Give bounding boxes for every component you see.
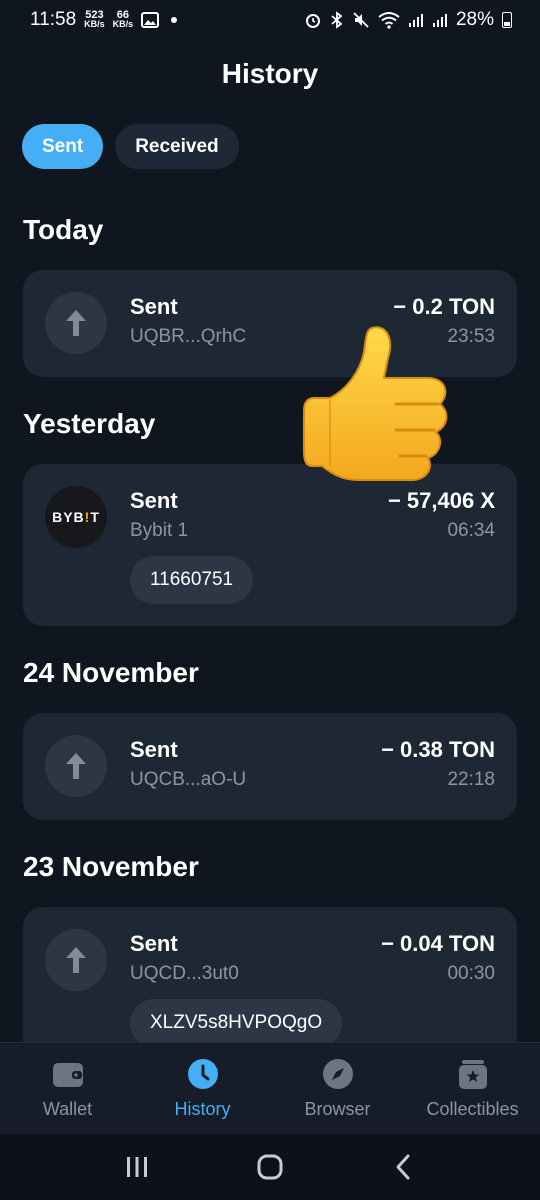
nav-collectibles[interactable]: Collectibles	[405, 1043, 540, 1134]
thumbs-up-sticker	[303, 326, 448, 481]
tx-amount: − 0.38 TON	[381, 737, 495, 762]
section-title-today: Today	[23, 214, 104, 245]
arrow-up-icon	[66, 310, 86, 336]
nav-browser-label: Browser	[304, 1099, 371, 1119]
section-title-yesterday: Yesterday	[23, 408, 156, 439]
nav-wallet-label: Wallet	[42, 1099, 93, 1119]
bottom-nav: Wallet History Browser Collectibles	[0, 1042, 540, 1134]
nav-wallet[interactable]: Wallet	[0, 1043, 135, 1134]
home-button[interactable]	[240, 1147, 300, 1187]
speed-unit: KB/s	[84, 19, 105, 29]
tx-address: UQCD...3ut0	[130, 963, 239, 984]
back-button[interactable]	[373, 1147, 433, 1187]
tx-comment[interactable]: XLZV5s8HVPOQgO	[130, 999, 343, 1047]
back-icon	[396, 1154, 410, 1180]
wallet-icon	[52, 1063, 83, 1087]
wifi-icon	[378, 12, 400, 29]
section-title-24-november: 24 November	[23, 657, 199, 688]
notification-dot	[171, 17, 178, 23]
tx-label: Sent	[130, 737, 178, 762]
network-speed: 523 KB/s	[84, 10, 105, 29]
tx-icon	[45, 735, 107, 797]
nav-browser[interactable]: Browser	[270, 1043, 405, 1134]
tab-received[interactable]: Received	[115, 124, 239, 169]
network-speed-2: 66 KB/s	[112, 10, 134, 29]
home-icon	[257, 1154, 283, 1180]
alarm-icon	[305, 14, 320, 28]
recents-icon	[126, 1157, 147, 1177]
bybit-logo-text-3: T	[90, 509, 100, 525]
page-title: History	[221, 58, 319, 89]
tx-time: 00:30	[447, 963, 495, 984]
tx-address: UQCB...aO-U	[130, 769, 247, 790]
tx-icon	[45, 929, 107, 991]
battery-icon	[502, 12, 512, 28]
section-title-23-november: 23 November	[23, 851, 199, 882]
nav-history-label: History	[174, 1099, 231, 1119]
status-time: 11:58	[30, 9, 77, 30]
tx-label: Sent	[130, 931, 178, 956]
tx-label: Sent	[130, 488, 178, 513]
tx-amount: − 57,406 X	[387, 488, 495, 513]
mute-icon	[353, 12, 369, 28]
tx-amount: − 0.04 TON	[381, 931, 495, 956]
signal-icon-2	[432, 14, 447, 27]
tx-address: Bybit 1	[130, 520, 189, 541]
bluetooth-icon	[331, 11, 343, 29]
bybit-logo-text-1: BYB	[52, 509, 85, 525]
nav-history[interactable]: History	[135, 1043, 270, 1134]
tx-label: Sent	[130, 294, 178, 319]
arrow-up-icon	[66, 753, 86, 779]
tab-sent[interactable]: Sent	[22, 124, 104, 169]
bybit-logo: BYB! T	[45, 486, 107, 548]
arrow-up-icon	[66, 947, 86, 973]
clock-icon	[187, 1059, 218, 1089]
tx-address: UQBR...QrhC	[130, 326, 247, 347]
tx-time: 22:18	[447, 769, 495, 790]
tx-time: 06:34	[447, 520, 495, 541]
tab-bar: Sent Received	[22, 124, 239, 169]
nav-collectibles-label: Collectibles	[426, 1099, 519, 1119]
speed-unit-2: KB/s	[112, 19, 134, 29]
system-nav-bar	[0, 1134, 540, 1200]
signal-icon	[408, 14, 423, 27]
transaction-card[interactable]: Sent UQCB...aO-U − 0.38 TON 22:18	[23, 713, 517, 820]
compass-icon	[322, 1059, 353, 1089]
battery-percent: 28%	[455, 9, 494, 30]
tx-amount: − 0.2 TON	[393, 294, 495, 319]
recents-button[interactable]	[107, 1147, 167, 1187]
status-bar: 11:58 523 KB/s 66 KB/s 28%	[0, 0, 540, 40]
image-icon	[141, 12, 160, 28]
transaction-card[interactable]: BYB! T Sent Bybit 1 − 57,406 X 06:34 1166…	[23, 464, 517, 626]
tx-icon	[45, 292, 107, 354]
collectibles-icon	[458, 1060, 487, 1089]
tx-comment[interactable]: 11660751	[130, 556, 254, 604]
